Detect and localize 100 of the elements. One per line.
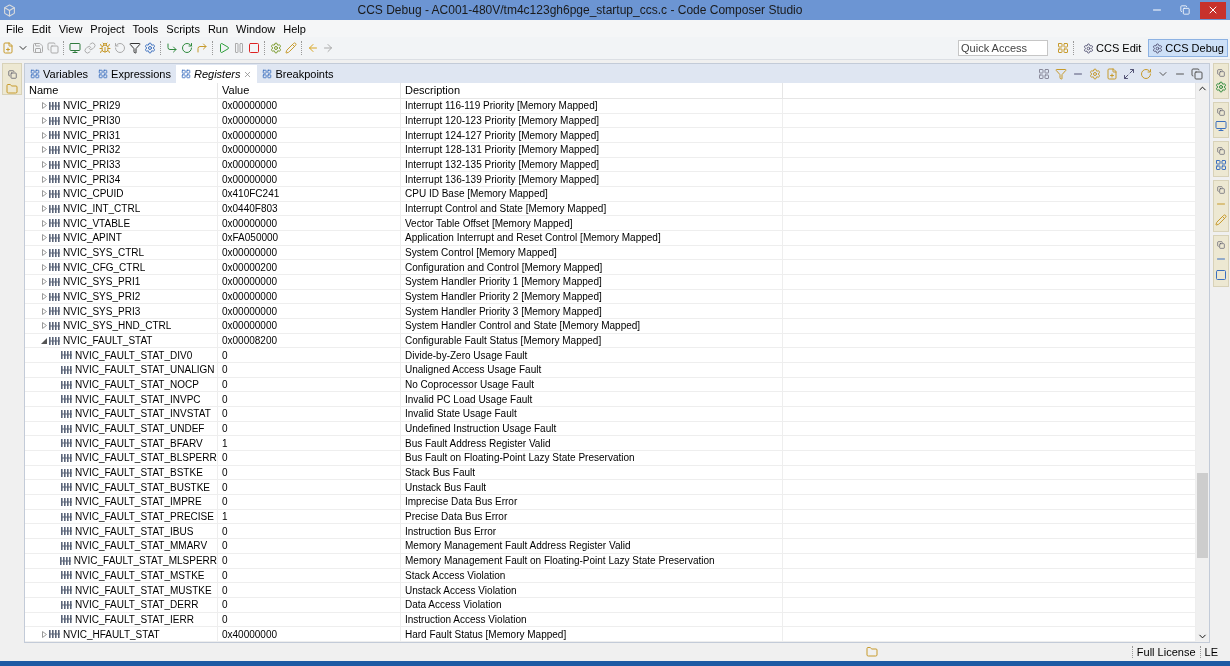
register-description: Interrupt 120-123 Priority [Memory Mapped] <box>405 115 599 126</box>
back-arrow-icon[interactable] <box>307 42 319 54</box>
menu-item[interactable]: Scripts <box>162 22 204 35</box>
collapsed-arrow-icon[interactable] <box>41 278 47 286</box>
refresh-icon[interactable] <box>1140 68 1152 80</box>
scrollbar-thumb[interactable] <box>1197 473 1208 558</box>
settings-icon[interactable] <box>144 42 156 54</box>
status-text: LE <box>1199 646 1218 658</box>
restore-icon[interactable] <box>1217 108 1225 116</box>
register-name: NVIC_FAULT_STAT_MMARV <box>75 540 208 552</box>
register-name: NVIC_SYS_PRI3 <box>63 305 141 317</box>
collapsed-arrow-icon[interactable] <box>41 630 47 638</box>
menu-item[interactable]: Run <box>203 22 233 35</box>
register-name: NVIC_FAULT_STAT_MUSTKE <box>75 584 212 596</box>
collapsed-arrow-icon[interactable] <box>41 131 47 139</box>
status-icon[interactable] <box>865 646 878 658</box>
pause-icon[interactable] <box>233 42 245 54</box>
register-description: Unaligned Access Usage Fault <box>405 364 542 376</box>
view-tab[interactable]: Registers <box>175 65 258 83</box>
register-name: NVIC_FAULT_STAT_IBUS <box>75 525 194 537</box>
restore-icon <box>1180 5 1190 15</box>
collapsed-arrow-icon[interactable] <box>41 146 47 154</box>
register-name: NVIC_HFAULT_STAT <box>63 628 160 640</box>
register-value: 0 <box>222 408 228 420</box>
maximize-icon[interactable] <box>1191 68 1203 80</box>
collapsed-arrow-icon[interactable] <box>41 322 47 330</box>
register-value: 0x00000000 <box>222 320 278 332</box>
collapsed-arrow-icon[interactable] <box>41 234 47 242</box>
restore-icon[interactable] <box>1217 69 1225 77</box>
collapsed-arrow-icon[interactable] <box>41 117 47 124</box>
register-value: 0 <box>222 496 228 508</box>
menu-item[interactable]: Project <box>86 22 129 35</box>
bug-icon[interactable] <box>99 42 111 54</box>
collapsed-arrow-icon[interactable] <box>41 249 47 257</box>
view-tab[interactable]: Variables <box>25 65 94 83</box>
menu-item[interactable]: File <box>2 22 28 35</box>
save-icon[interactable] <box>32 42 44 54</box>
collapsed-arrow-icon[interactable] <box>41 263 47 271</box>
register-value: 0x00000000 <box>222 159 278 170</box>
register-name: NVIC_FAULT_STAT_INVPC <box>75 393 201 405</box>
register-name: NVIC_INT_CTRL <box>63 203 141 215</box>
close-icon <box>1207 4 1219 16</box>
collapsed-arrow-icon[interactable] <box>41 161 47 168</box>
register-description: CPU ID Base [Memory Mapped] <box>405 188 548 200</box>
copy-icon[interactable] <box>47 42 59 54</box>
column-header[interactable]: Value <box>218 83 401 98</box>
restore-icon[interactable] <box>1217 241 1225 249</box>
register-name: NVIC_FAULT_STAT_MSTKE <box>75 569 205 581</box>
monitor-icon[interactable] <box>1215 120 1227 132</box>
view-tab[interactable]: Expressions <box>93 65 176 83</box>
folder-icon[interactable] <box>6 83 18 95</box>
register-name: NVIC_FAULT_STAT_BUSTKE <box>75 481 211 493</box>
monitor-icon[interactable] <box>69 42 81 54</box>
register-description: Interrupt 128-131 Priority [Memory Mapped] <box>405 144 599 156</box>
resume-icon[interactable] <box>218 42 230 54</box>
register-name: NVIC_FAULT_STAT_UNALIGN <box>75 364 215 376</box>
pencil-icon[interactable] <box>1215 214 1227 226</box>
menu-item[interactable]: View <box>54 22 87 35</box>
scrollbar[interactable] <box>1196 83 1209 642</box>
close-icon[interactable] <box>243 69 253 79</box>
register-name: NVIC_FAULT_STAT_BSTKE <box>75 467 203 479</box>
register-value: 0x00000000 <box>222 173 278 185</box>
register-name: NVIC_FAULT_STAT <box>63 335 153 347</box>
menu-item[interactable]: Help <box>279 22 310 35</box>
column-header[interactable]: Name <box>25 83 218 98</box>
collapsed-arrow-icon[interactable] <box>41 293 47 301</box>
menu-item[interactable]: Tools <box>128 22 163 35</box>
view-tab[interactable]: Breakpoints <box>257 65 339 83</box>
collapsed-arrow-icon[interactable] <box>41 190 47 198</box>
collapsed-arrow-icon[interactable] <box>41 102 47 110</box>
register-description: System Handler Priority 3 [Memory Mapped] <box>405 305 602 317</box>
forward-arrow-icon[interactable] <box>322 42 334 54</box>
register-description: System Handler Priority 1 [Memory Mapped] <box>405 276 602 288</box>
collapsed-arrow-icon[interactable] <box>41 175 47 183</box>
quick-access-field[interactable]: Quick Access <box>958 40 1049 56</box>
register-description: Configuration and Control [Memory Mapped] <box>405 261 603 273</box>
restore-icon[interactable] <box>7 70 17 79</box>
new-file-icon[interactable] <box>2 42 14 54</box>
restore-icon[interactable] <box>1217 186 1225 194</box>
filter-icon[interactable] <box>129 42 141 54</box>
register-description: Divide-by-Zero Usage Fault <box>405 349 528 361</box>
column-header[interactable]: Description <box>401 83 783 98</box>
restore-icon[interactable] <box>1217 147 1225 155</box>
expanded-arrow-icon[interactable] <box>41 337 47 344</box>
register-value: 0x410FC241 <box>222 188 280 200</box>
close-button[interactable] <box>1200 1 1226 19</box>
perspective-button[interactable]: CCS Debug <box>1148 39 1228 57</box>
gear-icon[interactable] <box>1215 81 1227 93</box>
menu-item[interactable]: Edit <box>27 22 55 35</box>
collapsed-arrow-icon[interactable] <box>41 307 47 315</box>
gear-icon[interactable] <box>270 42 282 54</box>
stop-icon[interactable] <box>248 42 260 54</box>
register-value: 0x00000000 <box>222 100 278 112</box>
menu-item[interactable]: Window <box>232 22 280 35</box>
collapsed-arrow-icon[interactable] <box>41 205 47 213</box>
perspective-button[interactable]: CCS Edit <box>1079 39 1146 57</box>
register-name: NVIC_FAULT_STAT_BFARV <box>75 437 203 449</box>
register-description: Instruction Bus Error <box>405 525 497 537</box>
collapsed-arrow-icon[interactable] <box>41 219 47 227</box>
pencil-icon[interactable] <box>285 42 297 54</box>
